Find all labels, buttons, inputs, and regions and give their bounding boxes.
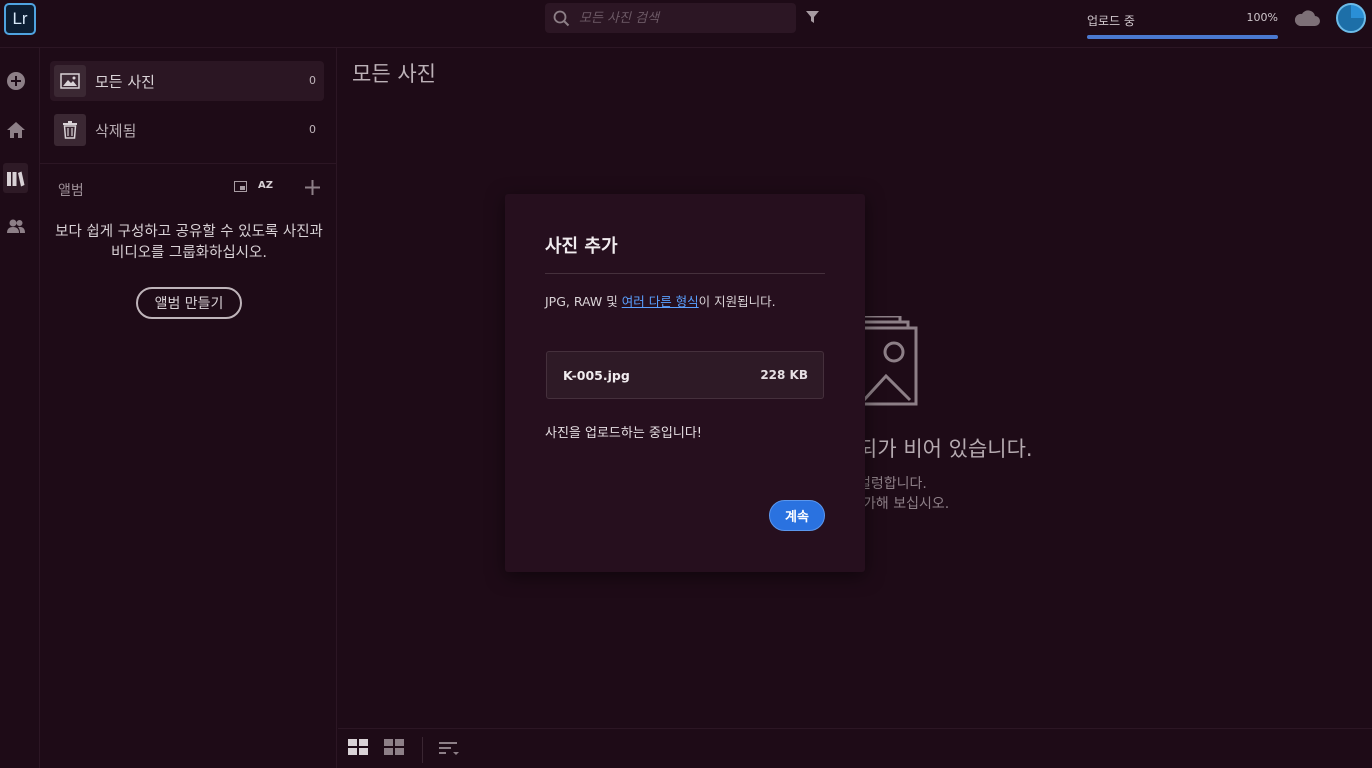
rail-library[interactable] — [3, 163, 28, 193]
home-icon — [6, 122, 25, 138]
empty-hint-line: 컬렁합니다. — [858, 476, 927, 492]
search-box[interactable] — [545, 3, 796, 33]
empty-hint-line: -가해 보십시오. — [858, 496, 950, 512]
create-album-button[interactable]: 앨범 만들기 — [136, 287, 242, 319]
sidebar-item-count: 0 — [309, 123, 316, 136]
add-photos-dialog: 사진 추가 JPG, RAW 및 여러 다른 형식이 지원됩니다. K-005.… — [505, 194, 865, 572]
filter-icon[interactable] — [805, 10, 820, 24]
search-input[interactable] — [579, 7, 789, 29]
sidebar-item-deleted[interactable]: 삭제됨 0 — [50, 110, 324, 150]
add-icon — [6, 72, 25, 90]
library-icon — [7, 171, 25, 186]
supported-formats-suffix: 이 지원됩니다. — [698, 294, 776, 309]
albums-heading: 앨범 — [58, 183, 84, 199]
rail-people[interactable] — [3, 211, 28, 241]
album-view-icon[interactable] — [234, 181, 247, 192]
left-rail — [0, 48, 40, 768]
page-title: 모든 사진 — [352, 62, 436, 86]
supported-formats-text: JPG, RAW 및 여러 다른 형식이 지원됩니다. — [545, 291, 776, 310]
sort-az-button[interactable]: AZ — [258, 180, 273, 191]
file-size: 228 KB — [760, 368, 808, 382]
search-icon — [553, 10, 570, 27]
empty-title: 되가 비어 있습니다. — [858, 437, 1033, 461]
avatar[interactable] — [1336, 3, 1366, 33]
bottom-toolbar — [338, 728, 1372, 768]
toolbar-divider — [422, 737, 423, 763]
continue-button[interactable]: 계속 — [769, 500, 825, 531]
square-grid-view-icon[interactable] — [348, 739, 368, 755]
upload-progress-bar — [1087, 35, 1278, 39]
upload-progress-fill — [1087, 35, 1278, 39]
dialog-divider — [545, 273, 825, 274]
sidebar-item-all-photos[interactable]: 모든 사진 0 — [50, 61, 324, 101]
add-album-icon[interactable] — [305, 180, 320, 195]
file-row: K-005.jpg 228 KB — [546, 351, 824, 399]
trash-icon — [54, 114, 86, 146]
rail-home[interactable] — [3, 115, 28, 145]
empty-photos-icon — [858, 316, 918, 406]
sort-icon[interactable] — [439, 742, 459, 756]
sidebar-divider — [40, 163, 337, 164]
upload-percent: 100% — [1246, 11, 1278, 24]
upload-status[interactable]: 업로드 중 100% — [1087, 10, 1278, 39]
people-icon — [6, 219, 25, 233]
sidebar-item-count: 0 — [309, 74, 316, 87]
supported-formats-prefix: JPG, RAW 및 — [545, 294, 622, 309]
sidebar: 모든 사진 0 삭제됨 0 앨범 AZ 보다 쉽게 구성하고 공유할 수 있도록… — [40, 48, 337, 768]
upload-label: 업로드 중 — [1087, 14, 1135, 28]
cloud-icon[interactable] — [1293, 9, 1321, 27]
top-bar: Lr 업로드 중 100% — [0, 0, 1372, 48]
sidebar-item-label: 모든 사진 — [95, 73, 155, 91]
other-formats-link[interactable]: 여러 다른 형식 — [622, 294, 699, 309]
file-name: K-005.jpg — [563, 368, 630, 383]
albums-description: 보다 쉽게 구성하고 공유할 수 있도록 사진과 비디오를 그룹화하십시오. — [55, 224, 323, 261]
lightroom-logo[interactable]: Lr — [4, 3, 36, 35]
dialog-title: 사진 추가 — [545, 236, 618, 257]
grid-view-icon[interactable] — [384, 739, 404, 755]
image-icon — [54, 65, 86, 97]
upload-status-message: 사진을 업로드하는 중입니다! — [545, 426, 702, 441]
sidebar-item-label: 삭제됨 — [95, 122, 137, 140]
rail-add[interactable] — [3, 66, 28, 96]
